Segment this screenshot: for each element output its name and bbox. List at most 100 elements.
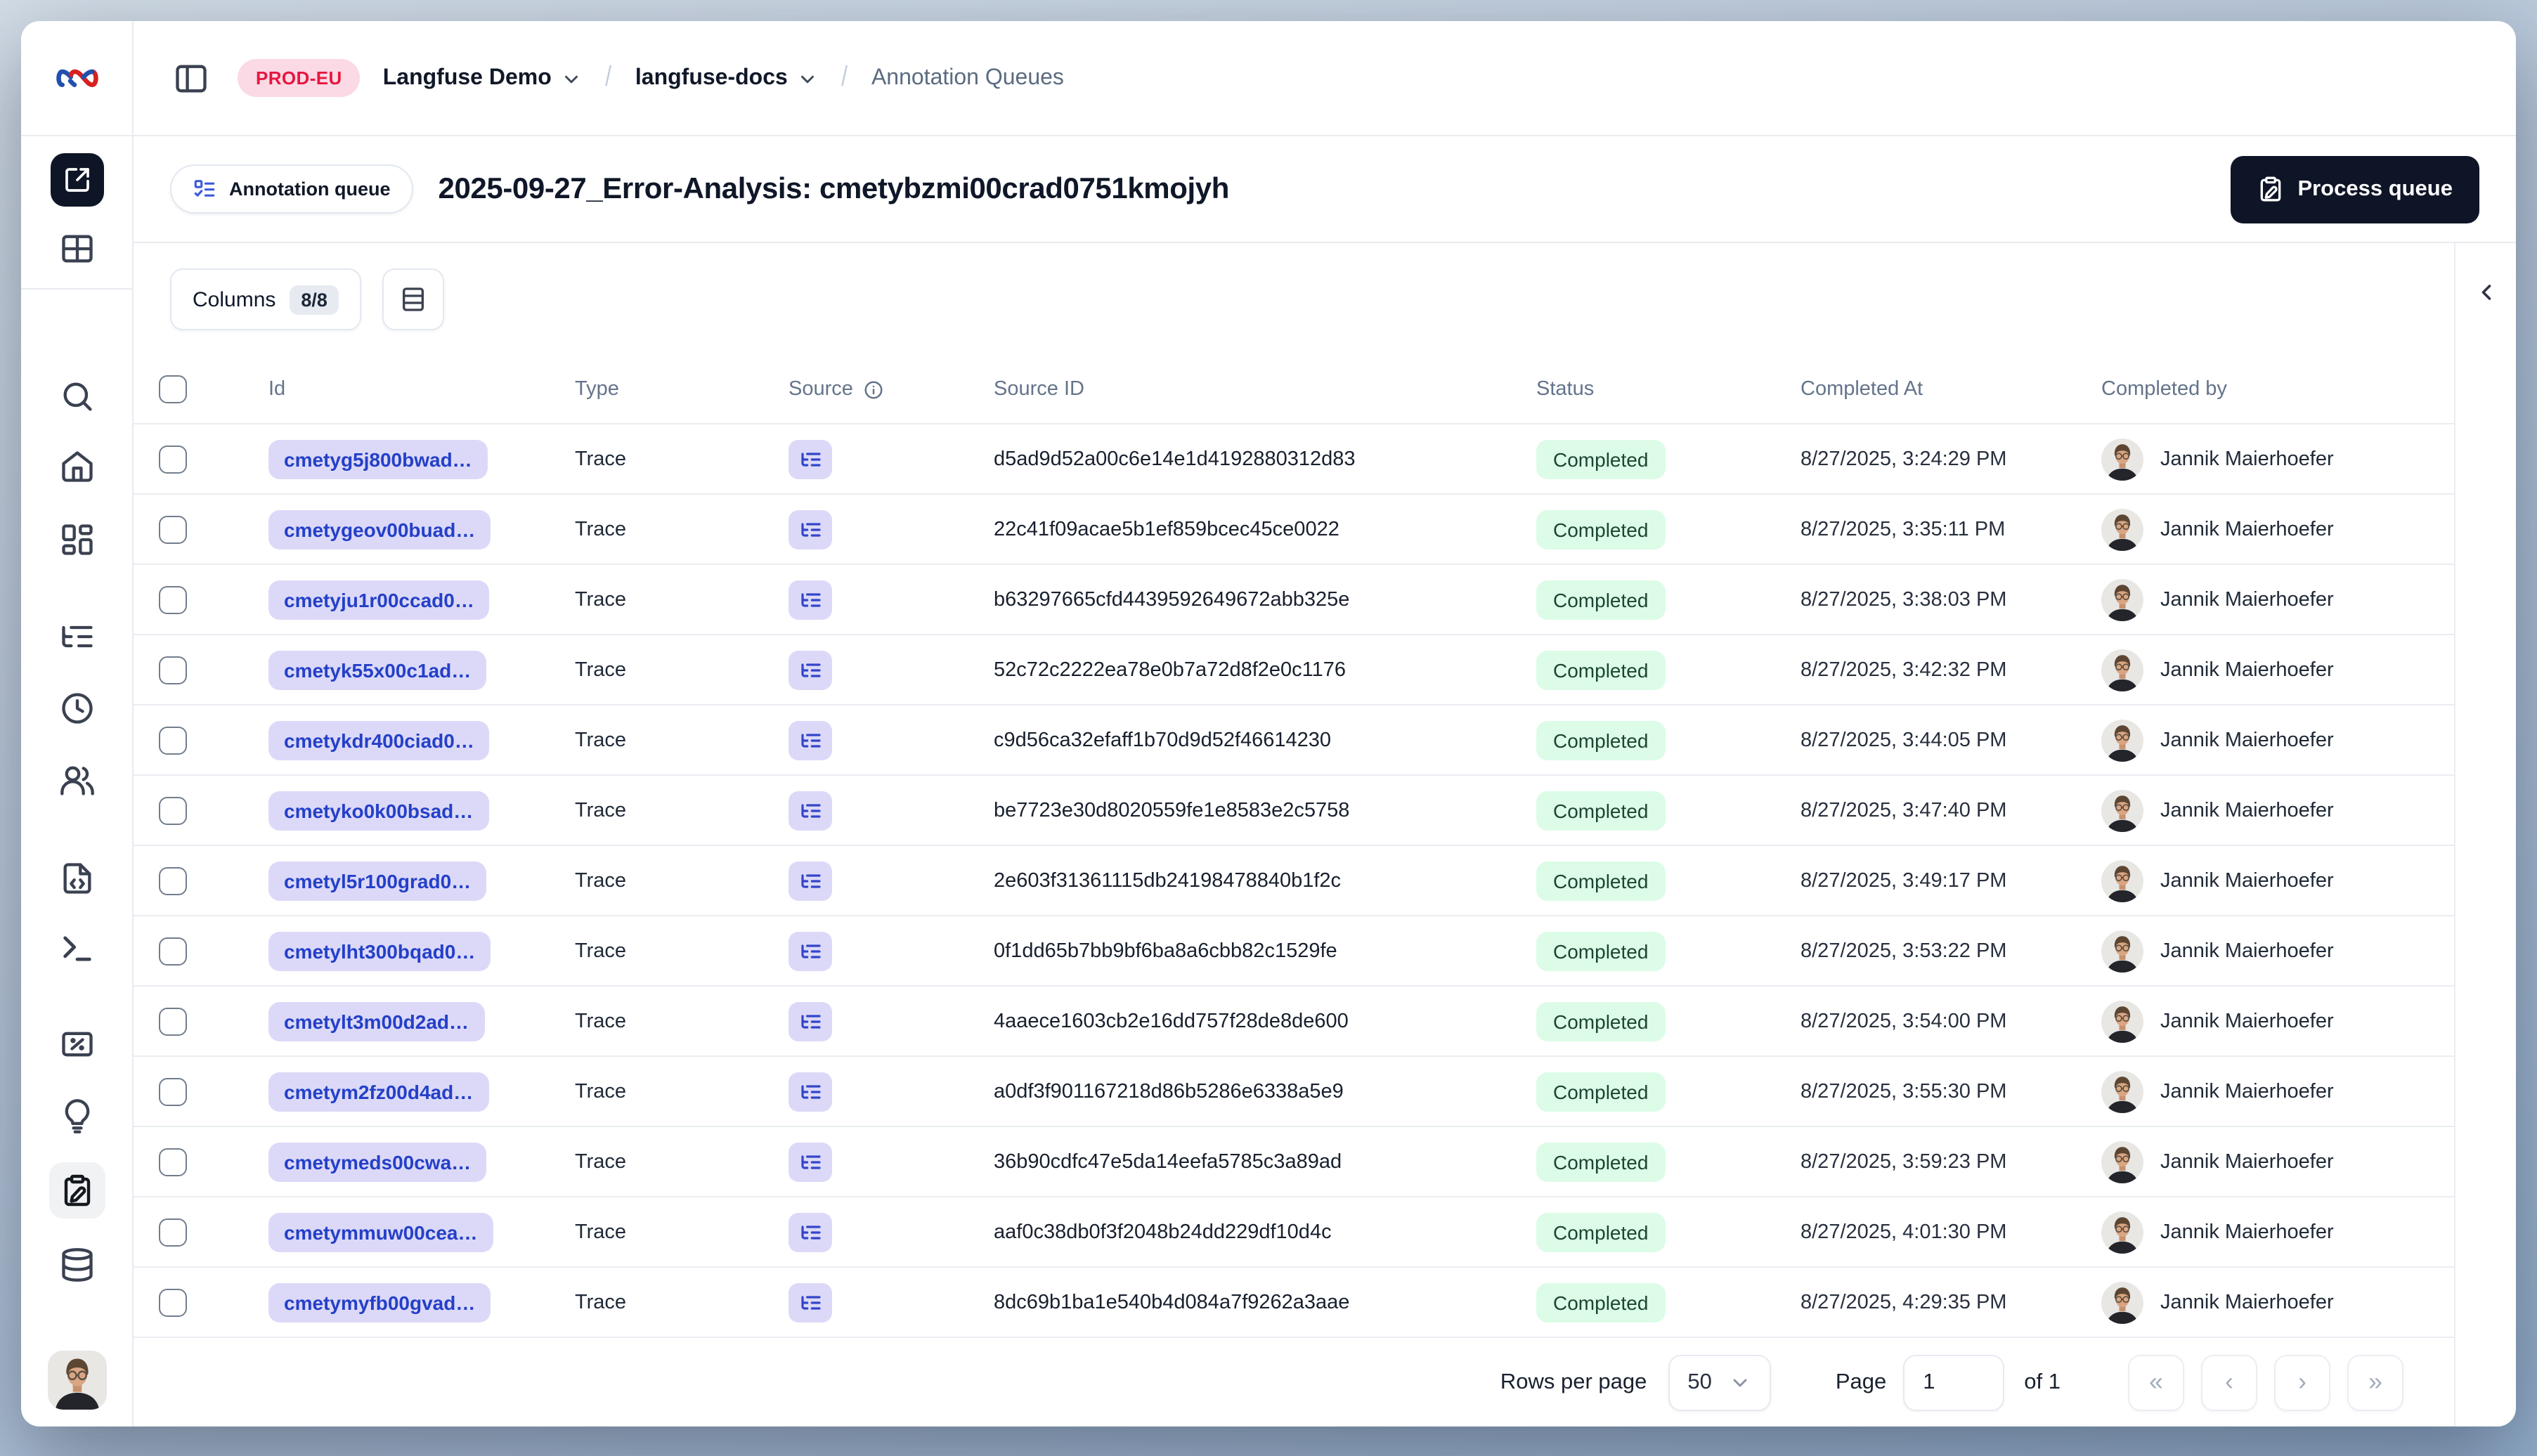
sidebar-item-users[interactable] [58, 762, 95, 798]
sidebar-item-datasets[interactable] [58, 1247, 95, 1283]
row-checkbox[interactable] [159, 1218, 187, 1246]
sidebar-item-sessions[interactable] [58, 690, 95, 727]
sidebar-divider [21, 288, 133, 290]
expand-panel-button[interactable] [2463, 270, 2508, 315]
info-icon[interactable] [863, 379, 884, 401]
sidebar-item-scores[interactable] [58, 1026, 95, 1062]
columns-label: Columns [193, 287, 276, 311]
sidebar-item-tracing[interactable] [58, 618, 95, 655]
avatar [2101, 578, 2143, 620]
app-window: PROD-EU Langfuse Demo / langfuse-docs / … [21, 21, 2516, 1426]
row-checkbox[interactable] [159, 937, 187, 965]
lightbulb-icon [64, 1099, 89, 1133]
source-id-cell: 36b90cdfc47e5da14eefa5785c3a89ad [994, 1150, 1342, 1173]
table-row: cmetyju1r00ccad0… Trace b63297665cfd4439… [134, 564, 2454, 634]
trace-source-button[interactable] [789, 791, 832, 830]
trace-source-button[interactable] [789, 1212, 832, 1252]
completed-at-cell: 8/27/2025, 3:53:22 PM [1800, 940, 2007, 962]
sidebar-item-playground[interactable] [58, 930, 95, 967]
sidebar-toggle-button[interactable] [167, 54, 215, 102]
sidebar-item-home[interactable] [58, 448, 95, 485]
right-panel-rail [2454, 243, 2516, 1426]
type-cell: Trace [575, 729, 627, 751]
completed-by-name: Jannik Maierhoefer [2160, 1221, 2334, 1243]
last-page-button[interactable]: » [2347, 1354, 2403, 1410]
status-badge: Completed [1536, 650, 1666, 689]
completed-by-name: Jannik Maierhoefer [2160, 799, 2334, 821]
trace-source-button[interactable] [789, 1001, 832, 1041]
table-row: cmetymyfb00gvad… Trace 8dc69b1ba1e540b4d… [134, 1266, 2454, 1337]
row-checkbox[interactable] [159, 1077, 187, 1105]
status-badge: Completed [1536, 1072, 1666, 1111]
org-selector[interactable]: Langfuse Demo [383, 65, 583, 91]
trace-source-button[interactable] [789, 861, 832, 900]
process-queue-label: Process queue [2297, 176, 2453, 200]
next-page-button[interactable]: › [2274, 1354, 2330, 1410]
sidebar-item-go-to[interactable] [50, 153, 103, 207]
item-id-badge[interactable]: cmetyl5r100grad0… [268, 861, 487, 900]
desktop-background: PROD-EU Langfuse Demo / langfuse-docs / … [0, 0, 2537, 1456]
row-height-button[interactable] [382, 268, 444, 330]
sidebar-item-dashboards[interactable] [58, 521, 95, 558]
completed-by-name: Jannik Maierhoefer [2160, 1080, 2334, 1103]
item-id-badge[interactable]: cmetymeds00cwa… [268, 1142, 487, 1181]
project-selector[interactable]: langfuse-docs [635, 65, 819, 91]
sidebar-item-tables[interactable] [58, 230, 95, 267]
trace-source-button[interactable] [789, 580, 832, 619]
item-id-badge[interactable]: cmetykdr400ciad0… [268, 720, 490, 760]
item-id-badge[interactable]: cmetymmuw00cea… [268, 1212, 493, 1252]
previous-page-button[interactable]: ‹ [2201, 1354, 2257, 1410]
annotation-queue-badge-label: Annotation queue [229, 178, 391, 200]
status-badge: Completed [1536, 1001, 1666, 1041]
sidebar-item-insights[interactable] [58, 1098, 95, 1134]
first-page-button[interactable]: « [2128, 1354, 2184, 1410]
item-id-badge[interactable]: cmetylt3m00d2ad… [268, 1001, 485, 1041]
row-checkbox[interactable] [159, 585, 187, 613]
trace-source-button[interactable] [789, 439, 832, 479]
trace-source-button[interactable] [789, 720, 832, 760]
item-id-badge[interactable]: cmetym2fz00d4ad… [268, 1072, 489, 1111]
item-id-badge[interactable]: cmetyk55x00c1ad… [268, 650, 487, 689]
chevron-down-icon [801, 75, 815, 84]
completed-at-cell: 8/27/2025, 3:35:11 PM [1800, 518, 2006, 540]
row-checkbox[interactable] [159, 1148, 187, 1176]
sidebar-item-prompts[interactable] [58, 860, 95, 897]
user-profile-avatar[interactable] [47, 1351, 106, 1410]
row-checkbox[interactable] [159, 515, 187, 543]
select-all-checkbox[interactable] [159, 375, 187, 403]
row-checkbox[interactable] [159, 1288, 187, 1316]
row-checkbox[interactable] [159, 1007, 187, 1035]
row-checkbox[interactable] [159, 726, 187, 754]
item-id-badge[interactable]: cmetyko0k00bsad… [268, 791, 489, 830]
page-number-input[interactable] [1903, 1354, 2005, 1410]
item-id-badge[interactable]: cmetylht300bqad0… [268, 931, 491, 970]
row-checkbox[interactable] [159, 656, 187, 684]
langfuse-logo[interactable] [21, 21, 134, 135]
trace-source-button[interactable] [789, 1142, 832, 1181]
process-queue-button[interactable]: Process queue [2230, 155, 2479, 223]
trace-source-button[interactable] [789, 1072, 832, 1111]
row-checkbox[interactable] [159, 445, 187, 473]
columns-button[interactable]: Columns 8/8 [170, 268, 361, 330]
sidebar-item-search[interactable] [58, 378, 95, 415]
trace-source-button[interactable] [789, 509, 832, 549]
avatar [2101, 508, 2143, 550]
status-badge: Completed [1536, 861, 1666, 900]
trace-source-button[interactable] [789, 931, 832, 970]
row-checkbox[interactable] [159, 796, 187, 824]
item-id-badge[interactable]: cmetyju1r00ccad0… [268, 580, 490, 619]
avatar-image [2101, 438, 2143, 480]
trace-source-button[interactable] [789, 650, 832, 689]
type-cell: Trace [575, 940, 627, 962]
item-id-badge[interactable]: cmetygeov00buad… [268, 509, 491, 549]
table-header-row: Id Type Source Source ID Status Complete… [134, 356, 2454, 423]
completed-by-name: Jannik Maierhoefer [2160, 658, 2334, 681]
rows-per-page-select[interactable]: 50 [1668, 1354, 1771, 1410]
trace-source-button[interactable] [789, 1282, 832, 1322]
breadcrumb: PROD-EU Langfuse Demo / langfuse-docs / … [134, 21, 2516, 135]
sidebar-item-annotation-queues[interactable] [48, 1162, 105, 1218]
completed-at-cell: 8/27/2025, 4:01:30 PM [1800, 1221, 2007, 1243]
item-id-badge[interactable]: cmetymyfb00gvad… [268, 1282, 491, 1322]
item-id-badge[interactable]: cmetyg5j800bwad… [268, 439, 488, 479]
row-checkbox[interactable] [159, 866, 187, 895]
